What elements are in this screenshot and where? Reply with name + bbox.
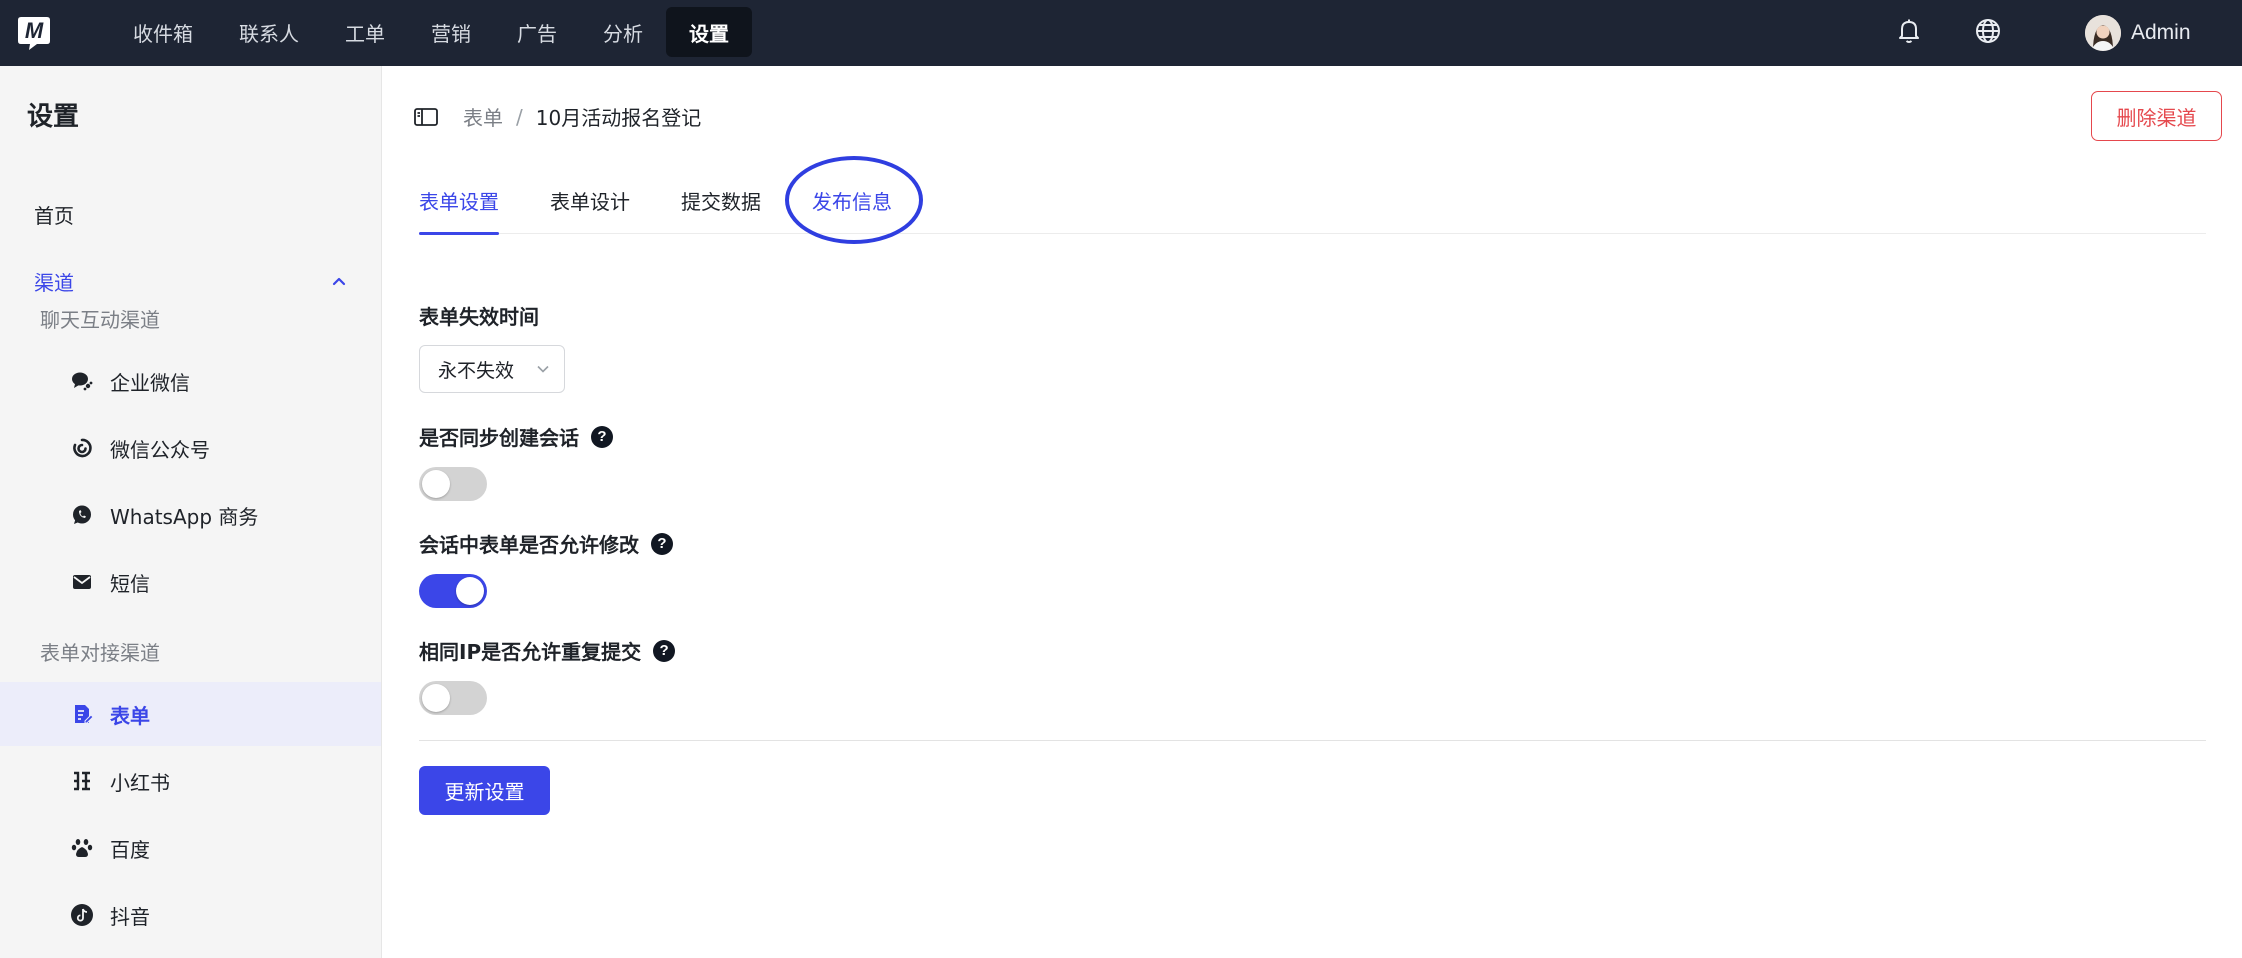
divider bbox=[419, 740, 2206, 741]
sidebar-group-form: 表单对接渠道 bbox=[40, 641, 160, 665]
duplicate-ip-toggle[interactable] bbox=[419, 681, 487, 715]
sidebar-item-label: 表单 bbox=[110, 703, 150, 728]
field-label-text: 是否同步创建会话 bbox=[419, 426, 579, 450]
sidebar-group-chat: 聊天互动渠道 bbox=[40, 308, 160, 332]
sync-session-label: 是否同步创建会话 ? bbox=[419, 422, 613, 451]
nav-ads[interactable]: 广告 bbox=[494, 7, 580, 57]
sidebar-item-label: 首页 bbox=[34, 203, 74, 228]
sidebar-item-home[interactable]: 首页 bbox=[0, 182, 381, 246]
field-label-text: 表单失效时间 bbox=[419, 305, 539, 329]
toggle-knob bbox=[456, 577, 484, 605]
tab-form-settings[interactable]: 表单设置 bbox=[419, 166, 499, 235]
globe-icon[interactable] bbox=[1973, 16, 2003, 46]
sidebar-item-whatsapp[interactable]: WhatsApp 商务 bbox=[0, 483, 381, 547]
sidebar-item-form[interactable]: 表单 bbox=[0, 682, 381, 746]
settings-sidebar: 设置 首页 渠道 聊天互动渠道 企业微信 微信公众号 WhatsApp 商务 短… bbox=[0, 66, 382, 958]
nav-inbox[interactable]: 收件箱 bbox=[110, 7, 216, 57]
help-icon[interactable]: ? bbox=[651, 532, 673, 555]
field-label-text: 相同IP是否允许重复提交 bbox=[419, 640, 642, 664]
delete-channel-button[interactable]: 删除渠道 bbox=[2091, 91, 2222, 141]
sidebar-item-xiaohongshu[interactable]: 小红书 bbox=[0, 749, 381, 813]
tab-publish-info[interactable]: 发布信息 bbox=[812, 166, 892, 234]
sidebar-item-label: 微信公众号 bbox=[110, 437, 210, 462]
user-menu[interactable]: Admin bbox=[2085, 14, 2191, 52]
expire-time-label: 表单失效时间 bbox=[419, 301, 539, 330]
sidebar-toggle-icon[interactable] bbox=[413, 106, 439, 128]
top-navbar: M 收件箱 联系人 工单 营销 广告 分析 设置 Admin bbox=[0, 0, 2242, 66]
main-content: 表单 / 10月活动报名登记 删除渠道 表单设置 表单设计 提交数据 发布信息 … bbox=[383, 66, 2242, 958]
mail-icon bbox=[70, 570, 94, 594]
chevron-up-icon bbox=[332, 277, 346, 286]
allow-edit-toggle[interactable] bbox=[419, 574, 487, 608]
sidebar-item-sms[interactable]: 短信 bbox=[0, 550, 381, 614]
sidebar-title: 设置 bbox=[27, 102, 80, 132]
duplicate-ip-label: 相同IP是否允许重复提交 ? bbox=[419, 636, 676, 665]
sidebar-item-label: 企业微信 bbox=[110, 370, 190, 395]
toggle-knob bbox=[422, 684, 450, 712]
tab-bar: 表单设置 表单设计 提交数据 发布信息 bbox=[419, 166, 2206, 235]
sidebar-item-label: 百度 bbox=[110, 837, 150, 862]
sidebar-item-douyin[interactable]: 抖音 bbox=[0, 883, 381, 947]
sidebar-item-label: 抖音 bbox=[110, 904, 150, 929]
app-logo[interactable]: M bbox=[15, 13, 53, 51]
breadcrumb: 表单 / 10月活动报名登记 bbox=[413, 102, 701, 131]
main-nav: 收件箱 联系人 工单 营销 广告 分析 设置 bbox=[110, 7, 752, 57]
nav-marketing[interactable]: 营销 bbox=[408, 7, 494, 57]
select-value: 永不失效 bbox=[438, 359, 515, 382]
nav-settings[interactable]: 设置 bbox=[666, 7, 752, 57]
douyin-icon bbox=[70, 903, 94, 927]
nav-analytics[interactable]: 分析 bbox=[580, 7, 666, 57]
wechat-official-icon bbox=[70, 436, 94, 460]
help-icon[interactable]: ? bbox=[591, 425, 613, 448]
wecom-icon bbox=[70, 369, 94, 393]
toggle-knob bbox=[422, 470, 450, 498]
allow-edit-label: 会话中表单是否允许修改 ? bbox=[419, 529, 673, 558]
sidebar-item-label: 渠道 bbox=[34, 270, 74, 295]
sidebar-item-label: WhatsApp 商务 bbox=[110, 504, 259, 529]
sync-session-toggle[interactable] bbox=[419, 467, 487, 501]
xiaohongshu-icon bbox=[70, 769, 94, 793]
whatsapp-icon bbox=[70, 503, 94, 527]
field-label-text: 会话中表单是否允许修改 bbox=[419, 533, 639, 557]
expire-time-select[interactable]: 永不失效 bbox=[419, 345, 565, 393]
update-settings-button[interactable]: 更新设置 bbox=[419, 766, 550, 815]
form-icon bbox=[70, 702, 94, 726]
user-name: Admin bbox=[2131, 21, 2191, 44]
avatar bbox=[2085, 15, 2121, 51]
nav-tickets[interactable]: 工单 bbox=[322, 7, 408, 57]
bell-icon[interactable] bbox=[1894, 16, 1924, 46]
chevron-down-icon bbox=[537, 365, 549, 373]
breadcrumb-separator: / bbox=[516, 104, 523, 129]
sidebar-item-label: 小红书 bbox=[110, 770, 170, 795]
tab-form-design[interactable]: 表单设计 bbox=[550, 166, 630, 234]
nav-contacts[interactable]: 联系人 bbox=[216, 7, 322, 57]
help-icon[interactable]: ? bbox=[653, 639, 676, 662]
sidebar-item-wecom[interactable]: 企业微信 bbox=[0, 349, 381, 413]
breadcrumb-parent[interactable]: 表单 bbox=[463, 102, 503, 131]
svg-text:M: M bbox=[25, 18, 44, 43]
sidebar-item-wechat-official[interactable]: 微信公众号 bbox=[0, 416, 381, 480]
breadcrumb-current: 10月活动报名登记 bbox=[535, 106, 702, 130]
tab-submissions[interactable]: 提交数据 bbox=[681, 166, 761, 234]
sidebar-item-label: 短信 bbox=[110, 571, 150, 596]
sidebar-item-baidu[interactable]: 百度 bbox=[0, 816, 381, 880]
baidu-paw-icon bbox=[70, 836, 94, 860]
